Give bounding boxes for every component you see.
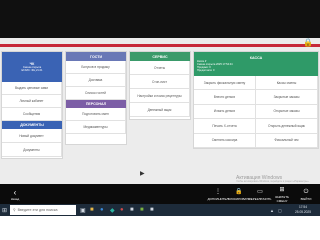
kassa-button[interactable]: Кассы смены [256,76,318,91]
mouse-cursor-icon: ▶ [140,171,145,177]
service-button[interactable]: Настройки и поиск рецептуры [130,89,190,103]
nav-extra-button[interactable]: ⋮ ДОПОЛНИТЕЛ [207,185,229,203]
staff-header: ПЕРСОНАЛ [66,100,126,108]
service-button[interactable]: Стоп-лист [130,75,190,89]
taskbar-search-input[interactable]: ⚲ Введите эти для поиска [10,205,76,215]
wk-egais-line: ЕГАИС: ФЦ 21.01 [21,69,43,72]
nav-label: БЛОКИРОВАТЬ [228,196,250,201]
app-icon[interactable]: ● [120,205,124,215]
guests-button[interactable]: Список гостей [66,87,126,100]
kassa-right-buttons: Кассы смены Закрытые заказы Открытые зак… [256,76,318,148]
header-stripe [0,44,320,47]
service-title: СЕРВИС [152,54,168,59]
kassa-button[interactable]: Открыть денежный ящик [256,119,318,134]
documents-header: ДОКУМЕНТЫ [2,121,62,129]
tray-icon[interactable]: ▲ [270,205,274,215]
app-icon[interactable]: ■ [150,205,154,215]
power-icon: ⏻ [303,188,309,195]
staff-button[interactable]: Медикаментуры [66,121,126,134]
back-arrow-icon: ‹ [13,187,17,197]
kassa-button[interactable]: Закрыть фискальную смену [194,76,256,91]
nav-lock-button[interactable]: 🔒 БЛОКИРОВАТЬ [228,185,250,203]
app-icon[interactable]: ■ [130,205,134,215]
lock-icon[interactable]: 🔒 [303,38,313,48]
documents-button[interactable]: Новый документ [2,129,62,143]
taskbar-clock[interactable]: 17:54 25.05.2025 [292,205,314,215]
kassa-button[interactable]: Открытые заказы [256,104,318,120]
back-label: Назад [10,196,20,201]
wk-panel: ЧК Смена открыта ЕГАИС: ФЦ 21.01 Выдать … [2,52,62,158]
guests-panel: ГОСТИ Бонусов в продажу Доставка Список … [66,52,126,144]
explorer-icon[interactable]: ■ [90,205,94,215]
nav-label: ЗАКРЫТЬ СМЕНУ [274,194,290,203]
start-icon[interactable]: ⊞ [2,205,7,215]
service-header: СЕРВИС [130,52,190,61]
guests-title: ГОСТИ [89,54,103,59]
guests-header: ГОСТИ [66,52,126,61]
nav-label: ДОПОЛНИТЕЛ [207,196,229,201]
search-icon: ⚲ [13,208,16,212]
staff-title: ПЕРСОНАЛ [85,102,107,106]
kassa-button[interactable]: Изъять деньги [194,104,256,120]
service-button[interactable]: Отчеты [130,61,190,75]
wk-button[interactable]: Выдать ценовые сами [2,82,62,95]
bottom-blank-area [0,216,320,240]
switch-icon: ▭ [257,188,263,195]
windows-icon: ⊞ [279,186,285,193]
guests-button[interactable]: Доставка [66,74,126,87]
kassa-button[interactable]: Закрытые заказы [256,90,318,105]
wk-header: ЧК Смена открыта ЕГАИС: ФЦ 21.01 [2,52,62,82]
kassa-line: Предоплата: 0 [197,69,215,73]
browser-icon[interactable]: ● [100,205,104,215]
kassa-header: КАССА Касса ₽ Смена открыта 2025 17:54:4… [194,52,318,76]
lock-nav-icon: 🔒 [235,188,243,195]
wk-button[interactable]: Личный кабинет [2,95,62,108]
nav-label: ВЫЙТИ [300,196,312,201]
nav-close-shift-button[interactable]: ⊞ ЗАКРЫТЬ СМЕНУ [271,185,293,203]
search-placeholder: Введите эти для поиска [17,208,58,212]
nav-exit-button[interactable]: ⏻ ВЫЙТИ [296,185,316,203]
app-icon[interactable]: ■ [140,205,144,215]
kassa-title: КАССА [249,55,263,60]
kassa-button[interactable]: Фискальный чек [256,133,318,148]
nav-switch-button[interactable]: ▭ ПЕРЕКЛЮЧИТЬ [248,185,272,203]
documents-title: ДОКУМЕНТЫ [20,123,44,127]
wk-button[interactable]: Сообщения [2,108,62,121]
nav-label: ПЕРЕКЛЮЧИТЬ [248,196,272,201]
kassa-button[interactable]: Печать X-отчета [194,119,256,134]
documents-button[interactable]: Документы [2,143,62,157]
task-view-icon[interactable]: ▣ [80,205,86,215]
kassa-left-buttons: Закрыть фискальную смену Внести деньги И… [194,76,256,148]
kassa-panel: КАССА Касса ₽ Смена открыта 2025 17:54:4… [194,52,318,148]
back-button[interactable]: ‹ Назад [6,185,24,203]
kassa-button[interactable]: Внести деньги [194,90,256,105]
clock-date: 25.05.2025 [295,209,311,214]
guests-button[interactable]: Бонусов в продажу [66,61,126,74]
kassa-button[interactable]: Сменить кассира [194,133,256,148]
staff-button[interactable]: Подготовить смен [66,108,126,121]
service-panel: СЕРВИС Отчеты Стоп-лист Настройки и поис… [130,52,190,119]
top-bar [0,0,320,38]
network-icon[interactable]: ▢ [278,205,282,215]
service-button[interactable]: Денежный ящик [130,103,190,117]
app-icon[interactable]: ◆ [110,205,115,215]
dots-icon: ⋮ [215,188,221,195]
